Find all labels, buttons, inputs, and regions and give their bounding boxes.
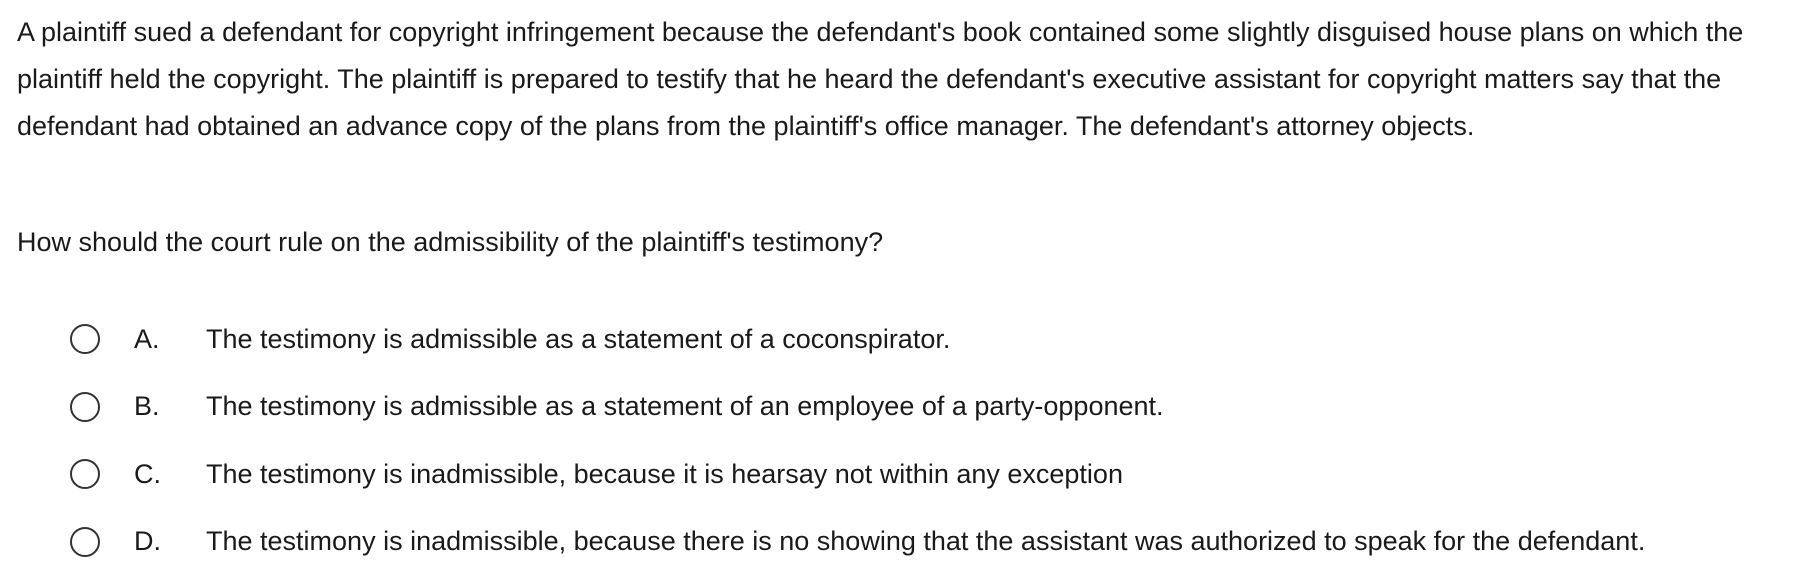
option-letter: C. (134, 458, 161, 489)
question-prompt: How should the court rule on the admissi… (17, 227, 884, 257)
radio-button-c[interactable] (70, 459, 100, 490)
answer-option-d[interactable]: D. The testimony is inadmissible, becaus… (70, 508, 1790, 576)
answer-option-a[interactable]: A. The testimony is admissible as a stat… (70, 305, 1790, 373)
option-letter: A. (134, 323, 160, 354)
answer-options: A. The testimony is admissible as a stat… (70, 305, 1790, 575)
answer-option-c[interactable]: C. The testimony is inadmissible, becaus… (70, 440, 1790, 508)
question-stem: A plaintiff sued a defendant for copyrig… (17, 17, 1744, 141)
radio-button-a[interactable] (70, 324, 100, 355)
option-text: The testimony is admissible as a stateme… (206, 391, 1164, 422)
option-letter: B. (134, 391, 160, 422)
question-stem-block: A plaintiff sued a defendant for copyrig… (17, 9, 1787, 150)
option-letter: D. (134, 526, 161, 557)
option-text: The testimony is admissible as a stateme… (206, 323, 951, 354)
option-text: The testimony is inadmissible, because t… (206, 526, 1646, 557)
answer-option-b[interactable]: B. The testimony is admissible as a stat… (70, 373, 1790, 441)
radio-button-d[interactable] (70, 526, 100, 557)
radio-button-b[interactable] (70, 391, 100, 422)
option-text: The testimony is inadmissible, because i… (206, 458, 1123, 489)
